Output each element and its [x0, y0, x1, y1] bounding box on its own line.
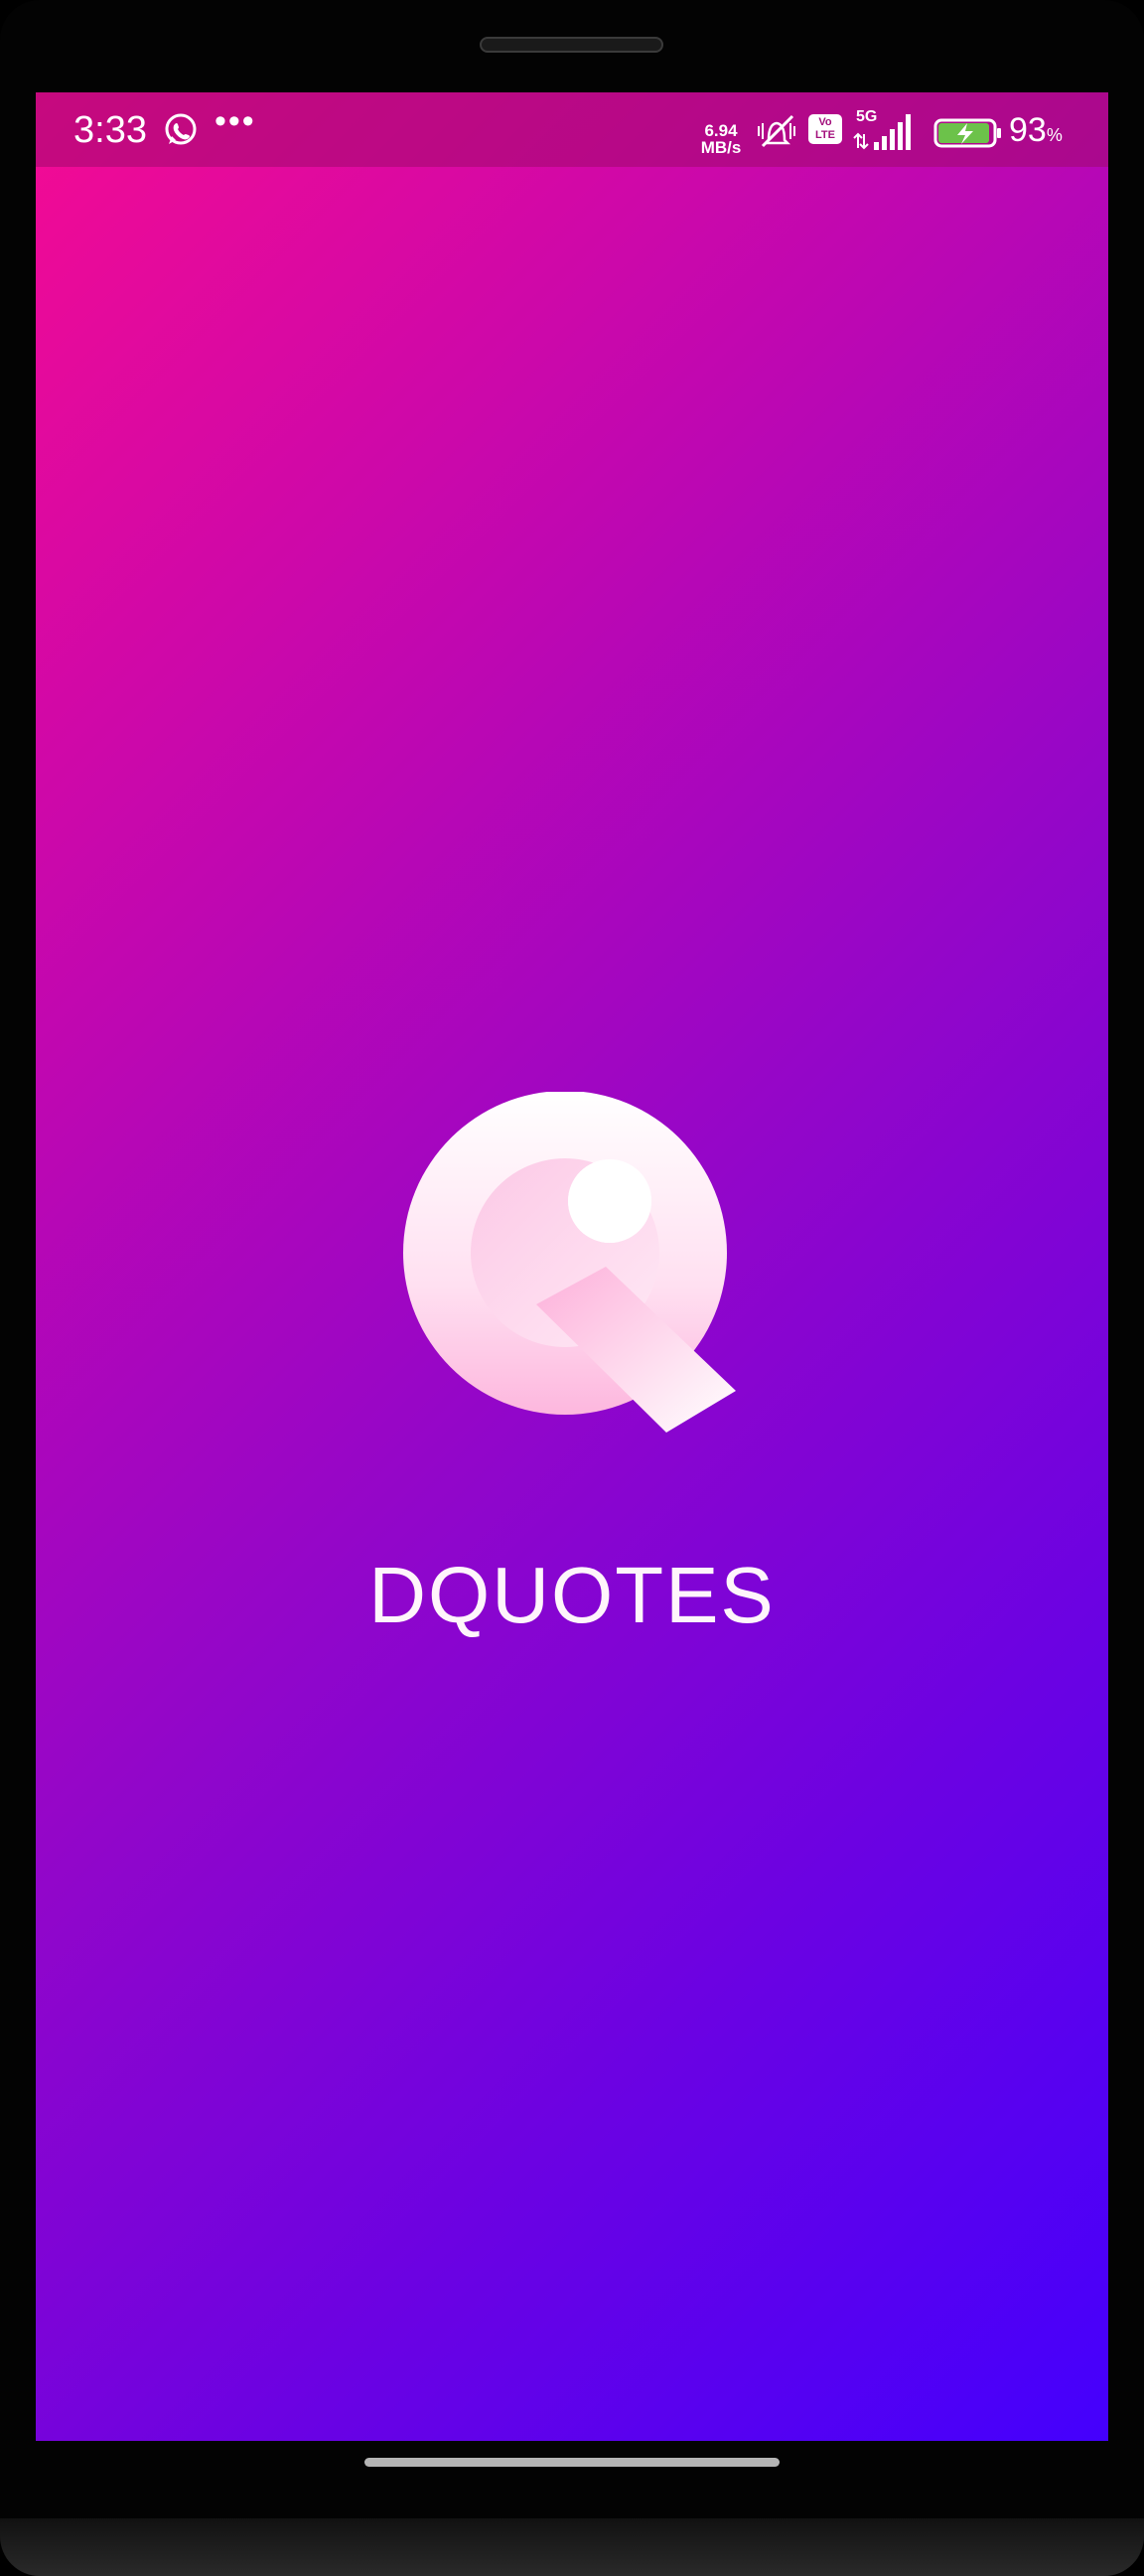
- volte-top-label: Vo: [818, 116, 832, 128]
- battery-percentage-sign: %: [1046, 125, 1063, 145]
- battery-charging-icon: [933, 118, 1001, 148]
- whatsapp-icon: [165, 113, 197, 145]
- network-speed: 6.94 MB/s: [693, 122, 749, 156]
- status-time: 3:33: [73, 109, 147, 151]
- vibrate-mute-icon: [758, 114, 795, 148]
- phone-bottom-bezel: [0, 2518, 1144, 2576]
- phone-frame: 3:33 ••• 6.94 MB/s Vo LTE 5G 93% DQUOTES: [0, 0, 1144, 2576]
- home-indicator[interactable]: [364, 2458, 780, 2467]
- more-icon: •••: [214, 102, 256, 140]
- volte-bottom-label: LTE: [815, 129, 835, 141]
- network-speed-unit: MB/s: [700, 138, 742, 157]
- battery-percentage-value: 93: [1009, 111, 1047, 149]
- q-quote-logo-icon: [403, 1092, 736, 1433]
- status-bar: 3:33 ••• 6.94 MB/s Vo LTE 5G 93%: [36, 92, 1108, 167]
- battery-percentage: 93%: [1009, 108, 1063, 157]
- app-name-title: DQUOTES: [368, 1551, 776, 1639]
- volte-icon: Vo LTE: [808, 114, 842, 144]
- signal-strength-icon: [853, 114, 911, 150]
- earpiece-speaker: [480, 37, 663, 53]
- splash-screen: 3:33 ••• 6.94 MB/s Vo LTE 5G 93% DQUOTES: [36, 92, 1108, 2441]
